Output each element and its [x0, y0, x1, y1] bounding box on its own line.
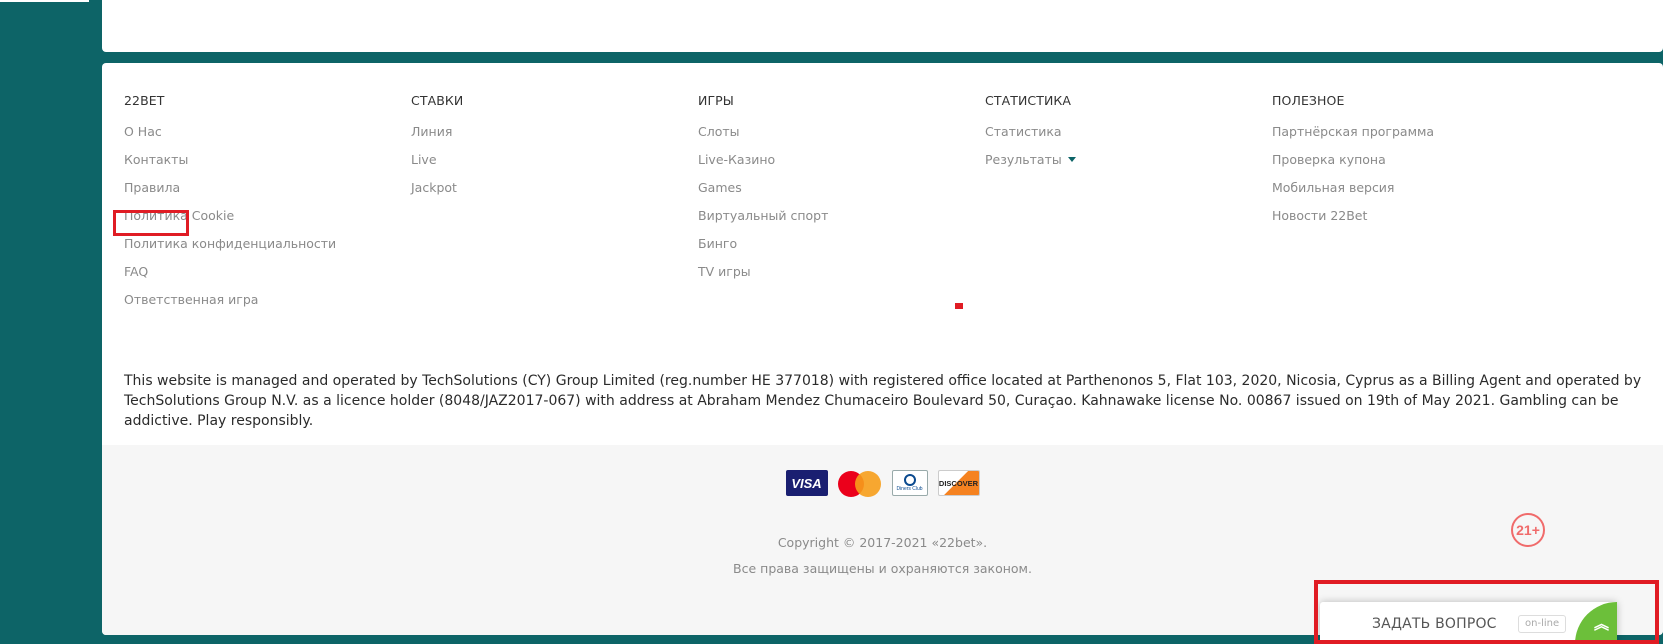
- footer-link-live[interactable]: Live: [411, 152, 701, 168]
- footer-column-statistics: СТАТИСТИКА Статистика Результаты: [985, 93, 1275, 180]
- footer-column-title: СТАВКИ: [411, 93, 464, 108]
- visa-icon: VISA: [785, 470, 828, 496]
- top-content-panel: [102, 0, 1663, 52]
- copyright-text: Copyright © 2017-2021 «22bet».: [777, 535, 988, 550]
- diners-club-icon: Diners Club: [891, 470, 928, 496]
- footer-link-coupon-check[interactable]: Проверка купона: [1272, 152, 1562, 168]
- footer-link-jackpot[interactable]: Jackpot: [411, 180, 701, 196]
- footer-link-rules[interactable]: Правила: [124, 180, 414, 196]
- footer-link-faq[interactable]: FAQ: [124, 264, 414, 280]
- chat-label: ЗАДАТЬ ВОПРОС: [1372, 616, 1497, 632]
- footer-link-news[interactable]: Новости 22Bet: [1272, 208, 1562, 224]
- double-chevron-up-icon[interactable]: ︽: [1594, 617, 1609, 632]
- contacts-highlight-box: [113, 210, 189, 236]
- footer-columns: 22BET О Нас Контакты Правила Политика Co…: [124, 93, 1663, 333]
- footer-column-title: ПОЛЕЗНОЕ: [1272, 93, 1345, 108]
- footer-link-live-casino[interactable]: Live-Казино: [698, 152, 988, 168]
- footer-link-results[interactable]: Результаты: [985, 152, 1275, 168]
- footer-link-mobile-version[interactable]: Мобильная версия: [1272, 180, 1562, 196]
- footer-link-virtual-sport[interactable]: Виртуальный спорт: [698, 208, 988, 224]
- rights-reserved-text: Все права защищены и охраняются законом.: [733, 561, 1032, 576]
- footer-link-bingo[interactable]: Бинго: [698, 236, 988, 252]
- top-left-tab: [0, 0, 89, 2]
- footer-link-statistics[interactable]: Статистика: [985, 124, 1275, 140]
- site-footer: 22BET О Нас Контакты Правила Политика Co…: [102, 63, 1663, 635]
- ask-question-chat-widget[interactable]: ЗАДАТЬ ВОПРОС on-line ︽: [1320, 602, 1617, 644]
- chat-status-badge: on-line: [1518, 615, 1567, 633]
- footer-link-contacts[interactable]: Контакты: [124, 152, 414, 168]
- payment-methods: VISA Diners Club DISCOVER: [102, 469, 1663, 497]
- footer-link-affiliate[interactable]: Партнёрская программа: [1272, 124, 1562, 140]
- footer-column-bets: СТАВКИ Линия Live Jackpot: [411, 93, 701, 208]
- discover-icon: DISCOVER: [937, 470, 980, 496]
- footer-link-about[interactable]: О Нас: [124, 124, 414, 140]
- footer-column-title: СТАТИСТИКА: [985, 93, 1072, 108]
- caret-down-icon: [1067, 157, 1076, 162]
- footer-column-22bet: 22BET О Нас Контакты Правила Политика Co…: [124, 93, 414, 320]
- footer-link-games[interactable]: Games: [698, 180, 988, 196]
- footer-link-tv-games[interactable]: TV игры: [698, 264, 988, 280]
- footer-link-results-label: Результаты: [985, 152, 1062, 167]
- footer-link-line[interactable]: Линия: [411, 124, 701, 140]
- footer-column-title: ИГРЫ: [698, 93, 734, 108]
- red-marker: [955, 303, 963, 309]
- footer-column-games: ИГРЫ Слоты Live-Казино Games Виртуальный…: [698, 93, 988, 292]
- mastercard-icon: [837, 470, 882, 497]
- legal-disclaimer: This website is managed and operated by …: [124, 373, 1642, 429]
- age-restriction-badge: 21+: [1511, 513, 1545, 547]
- footer-column-title: 22BET: [124, 93, 165, 108]
- footer-column-useful: ПОЛЕЗНОЕ Партнёрская программа Проверка …: [1272, 93, 1562, 236]
- footer-link-responsible-gaming[interactable]: Ответственная игра: [124, 292, 414, 308]
- footer-link-slots[interactable]: Слоты: [698, 124, 988, 140]
- footer-link-privacy-policy[interactable]: Политика конфиденциальности: [124, 236, 414, 252]
